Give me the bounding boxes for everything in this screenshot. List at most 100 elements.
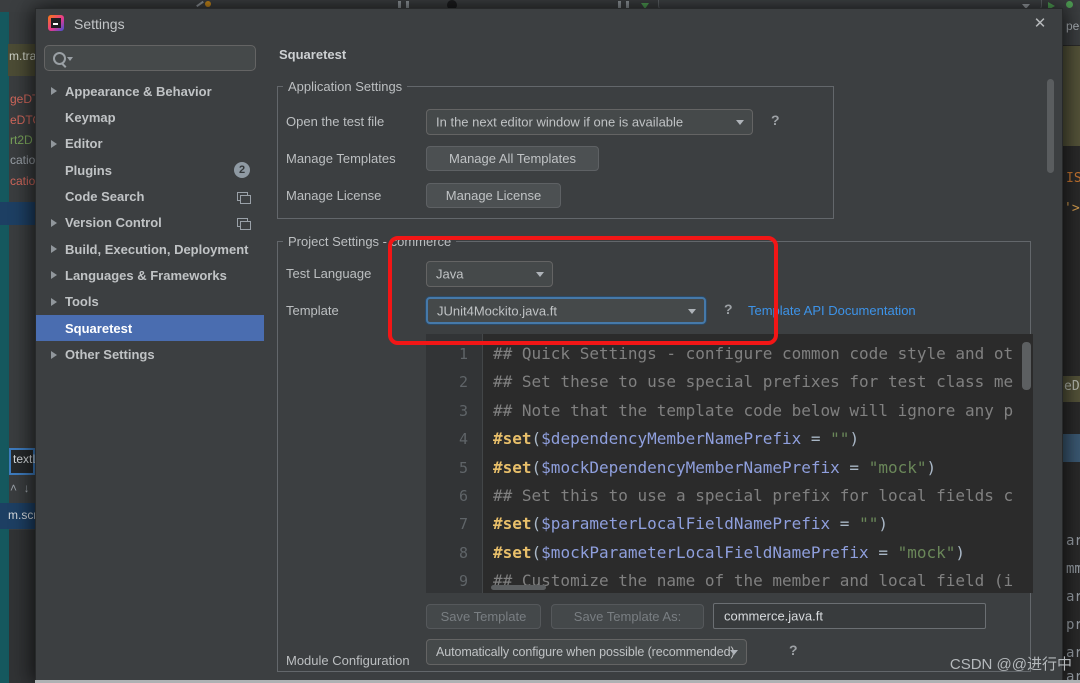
code-token: ) [849, 429, 859, 448]
code-token: "" [859, 514, 878, 533]
code-token: #set [493, 514, 532, 533]
save-template-button[interactable]: Save Template [426, 604, 541, 629]
code-token: ## Set this to use a special prefix for … [493, 486, 1013, 505]
dialog-scrollbar[interactable] [1047, 79, 1054, 173]
background-text-fragment: IS [1066, 172, 1080, 186]
group-title: Application Settings [283, 79, 407, 94]
code-token: $dependencyMemberNamePrefix [541, 429, 801, 448]
sidebar-item-editor[interactable]: Editor [36, 131, 264, 157]
sidebar-item-label: Appearance & Behavior [65, 84, 212, 99]
code-token: = [869, 543, 898, 562]
sidebar-item-languages-frameworks[interactable]: Languages & Frameworks [36, 262, 264, 288]
editor-caret-row-block [1063, 434, 1080, 462]
code-token: ) [927, 458, 937, 477]
background-text-fragment: pe [1066, 20, 1079, 33]
background-text-fragment: ar [1066, 590, 1080, 605]
module-configuration-label: Module Configuration [286, 653, 410, 668]
sidebar-item-label: Keymap [65, 110, 116, 125]
code-token: ## Customize the name of the member and … [493, 571, 1013, 590]
code-token: = [801, 429, 830, 448]
settings-dialog: Settings ✕ Appearance & BehaviorKeymapEd… [35, 8, 1063, 683]
template-editor[interactable]: 123456789 ## Quick Settings - configure … [426, 334, 1033, 593]
sidebar-item-version-control[interactable]: Version Control [36, 210, 264, 236]
search-icon [53, 52, 66, 65]
code-line[interactable]: ## Note that the template code below wil… [493, 397, 1013, 425]
sidebar-item-label: Languages & Frameworks [65, 268, 227, 283]
code-token: ## Set these to use special prefixes for… [493, 372, 1013, 391]
code-token: ( [532, 543, 542, 562]
search-options-arrow-icon[interactable] [67, 57, 73, 64]
sidebar-item-other-settings[interactable]: Other Settings [36, 342, 264, 368]
editor-code[interactable]: ## Quick Settings - configure common cod… [493, 334, 1033, 593]
background-text-fragment: '> [1064, 202, 1080, 216]
background-right [1063, 12, 1080, 683]
sidebar-item-code-search[interactable]: Code Search [36, 183, 264, 209]
code-token: $parameterLocalFieldNamePrefix [541, 514, 830, 533]
open-test-file-label: Open the test file [286, 114, 384, 129]
settings-search-box[interactable] [44, 45, 256, 71]
code-token: ## Note that the template code below wil… [493, 401, 1013, 420]
code-token: ## Quick Settings - configure common cod… [493, 344, 1013, 363]
save-template-as-button[interactable]: Save Template As: [551, 604, 704, 629]
code-line[interactable]: ## Set this to use a special prefix for … [493, 482, 1013, 510]
expand-arrow-icon[interactable] [51, 219, 57, 227]
code-token: ( [532, 458, 542, 477]
editor-horizontal-scrollbar[interactable] [491, 585, 546, 590]
module-configuration-select[interactable]: Automatically configure when possible (r… [426, 639, 747, 665]
line-number: 9 [459, 567, 468, 593]
code-line[interactable]: ## Set these to use special prefixes for… [493, 368, 1013, 396]
manage-all-templates-button[interactable]: Manage All Templates [426, 146, 599, 171]
expand-arrow-icon[interactable] [51, 245, 57, 253]
template-label: Template [286, 303, 339, 318]
expand-arrow-icon[interactable] [51, 298, 57, 306]
search-input[interactable] [75, 48, 249, 70]
editor-vertical-scrollbar[interactable] [1022, 342, 1031, 390]
help-icon[interactable]: ? [771, 112, 780, 128]
code-line[interactable]: #set($parameterLocalFieldNamePrefix = ""… [493, 510, 888, 538]
sidebar-item-label: Code Search [65, 189, 144, 204]
sidebar-item-keymap[interactable]: Keymap [36, 104, 264, 130]
shared-settings-icon [237, 192, 248, 201]
sidebar-item-label: Version Control [65, 215, 162, 230]
code-line[interactable]: #set($dependencyMemberNamePrefix = "") [493, 425, 859, 453]
code-line[interactable]: #set($mockParameterLocalFieldNamePrefix … [493, 539, 965, 567]
manage-license-button[interactable]: Manage License [426, 183, 561, 208]
line-number: 5 [459, 454, 468, 482]
close-icon[interactable]: ✕ [1029, 13, 1051, 35]
sidebar-item-squaretest[interactable]: Squaretest [36, 315, 264, 341]
sidebar-item-label: Build, Execution, Deployment [65, 242, 248, 257]
toolbar-mark-icon [196, 1, 204, 7]
expand-arrow-icon[interactable] [51, 87, 57, 95]
expand-arrow-icon[interactable] [51, 351, 57, 359]
expand-arrow-icon[interactable] [51, 271, 57, 279]
code-token: = [830, 514, 859, 533]
expand-arrow-icon[interactable] [51, 140, 57, 148]
screen: Settings ✕ Appearance & BehaviorKeymapEd… [0, 0, 1080, 683]
coverage-icon[interactable] [1066, 1, 1073, 8]
open-test-file-select[interactable]: In the next editor window if one is avai… [426, 109, 753, 135]
background-text-fragment: m.tra [9, 50, 36, 63]
code-line[interactable]: #set($mockDependencyMemberNamePrefix = "… [493, 454, 936, 482]
sidebar-item-appearance-behavior[interactable]: Appearance & Behavior [36, 78, 264, 104]
code-token: #set [493, 543, 532, 562]
line-number: 6 [459, 482, 468, 510]
sidebar-item-build-execution-deployment[interactable]: Build, Execution, Deployment [36, 236, 264, 262]
project-stripe [0, 12, 9, 683]
chevron-down-icon [730, 650, 738, 659]
editor-gutter: 123456789 [426, 334, 483, 593]
template-filename-field[interactable]: commerce.java.ft [713, 603, 986, 629]
help-icon[interactable]: ? [789, 642, 798, 658]
code-line[interactable]: ## Customize the name of the member and … [493, 567, 1013, 593]
background-text-fragment: ar [1066, 534, 1080, 549]
template-filename-value: commerce.java.ft [724, 609, 823, 624]
code-token: ( [532, 514, 542, 533]
sidebar-item-plugins[interactable]: Plugins2 [36, 157, 264, 183]
page-title: Squaretest [279, 47, 346, 62]
code-token: ( [532, 429, 542, 448]
watermark: CSDN @@进行中 [950, 653, 1072, 674]
code-token: $mockParameterLocalFieldNamePrefix [541, 543, 869, 562]
code-token: = [840, 458, 869, 477]
sidebar-item-tools[interactable]: Tools [36, 289, 264, 315]
line-number: 7 [459, 510, 468, 538]
code-token: #set [493, 429, 532, 448]
